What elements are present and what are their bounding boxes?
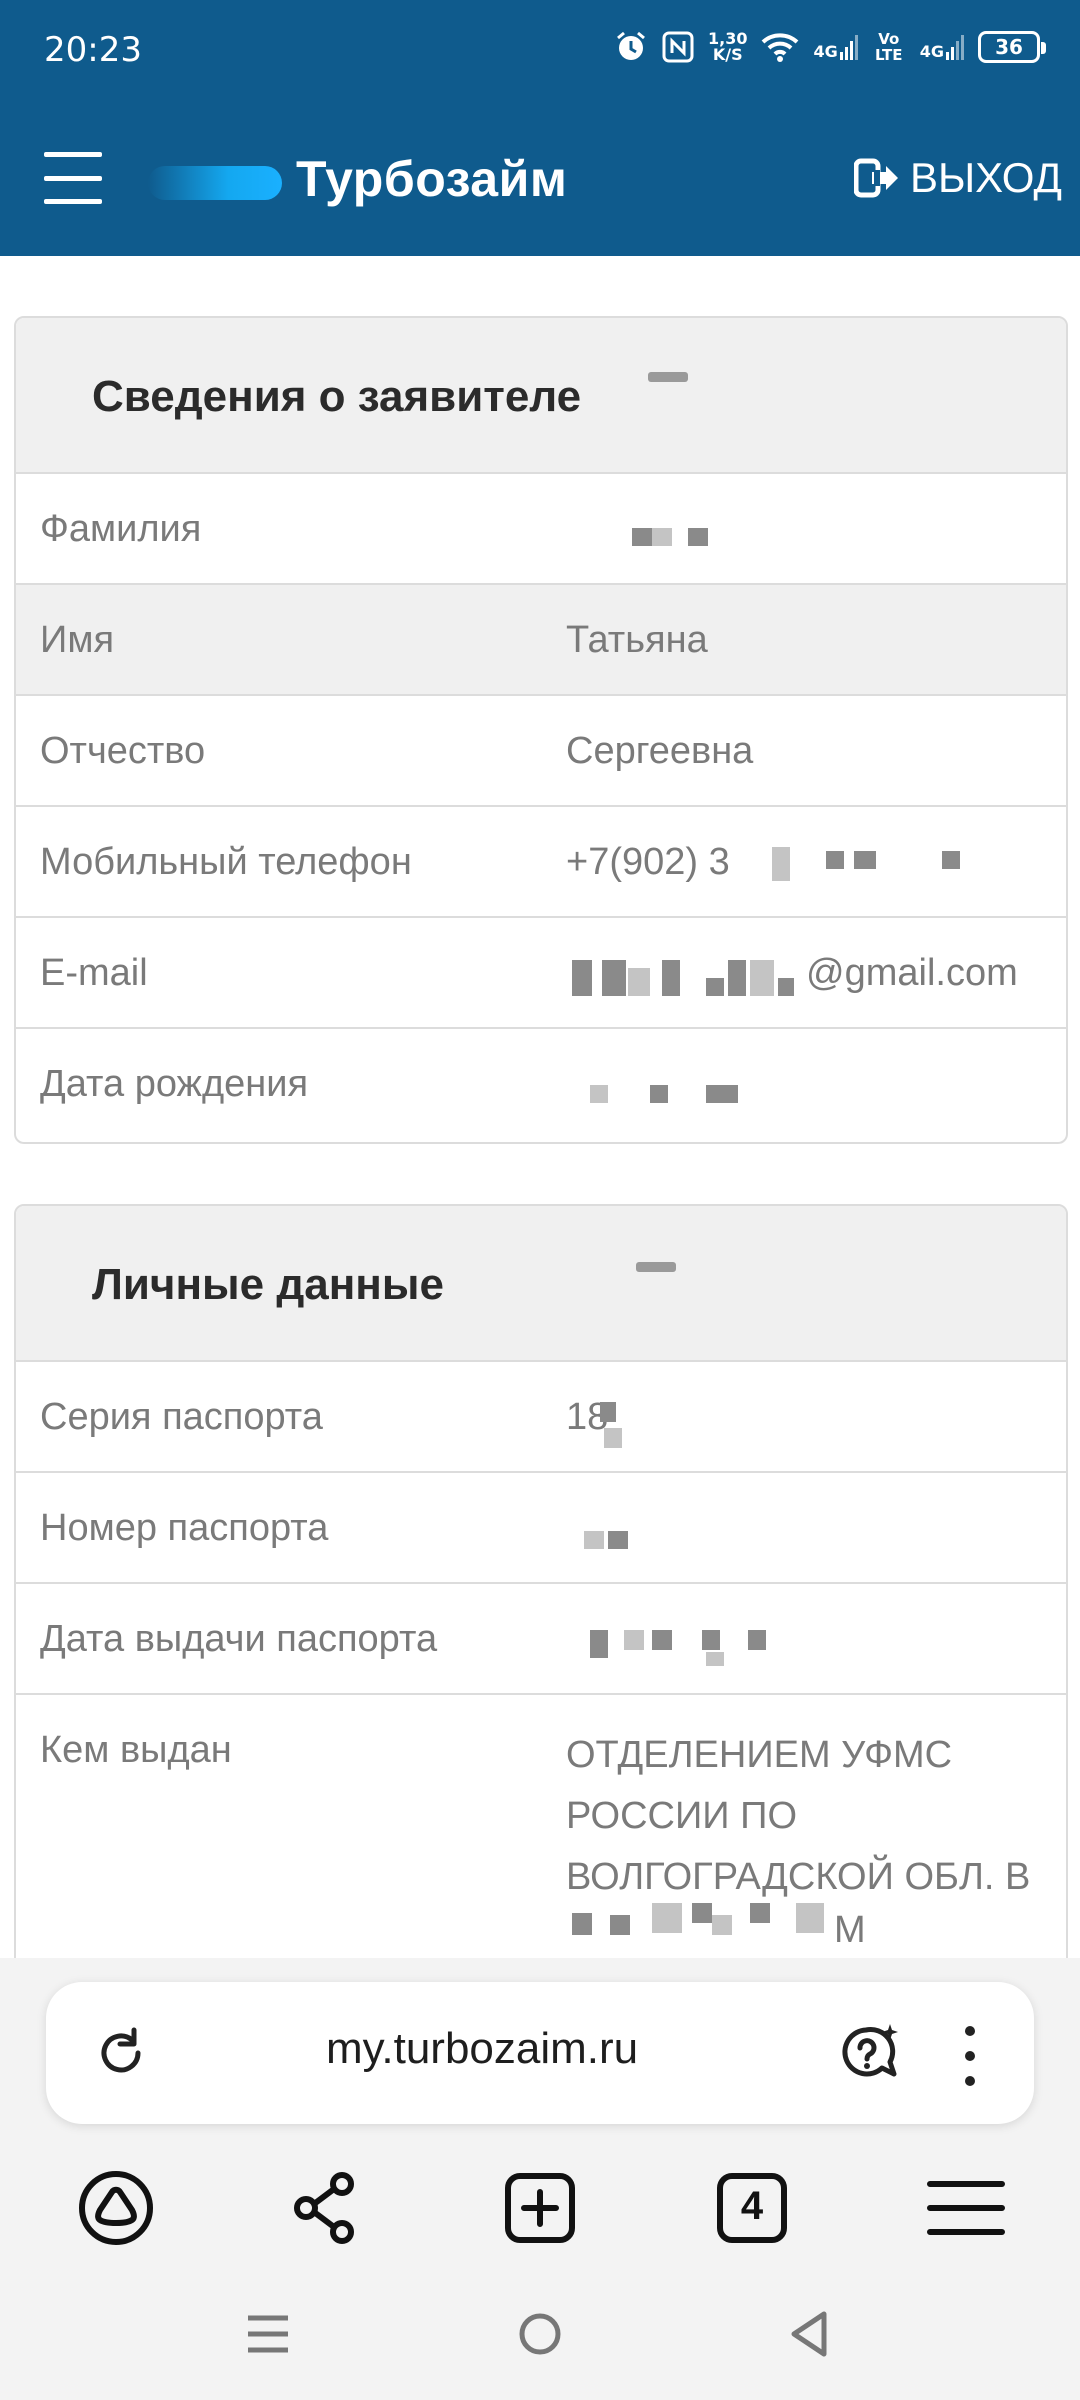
row-label: Номер паспорта — [40, 1507, 329, 1549]
row-label: Серия паспорта — [40, 1396, 323, 1438]
row-value: @gmail.com — [806, 952, 1018, 994]
wifi-icon — [762, 33, 799, 62]
personal-card: Личные данные 18 Серия паспорта Номер па… — [14, 1204, 1068, 1984]
applicant-card-header[interactable]: Сведения о заявителе — [16, 318, 1066, 474]
logout-icon — [853, 158, 898, 198]
row-label: Отчество — [40, 730, 206, 772]
card-title: Сведения о заявителе — [92, 372, 582, 421]
url-bar[interactable]: my.turbozaim.ru — [46, 1982, 1034, 2124]
row-passport-number: Номер паспорта — [16, 1473, 1066, 1584]
logout-button[interactable]: ВЫХОД — [853, 154, 1062, 202]
row-value: +7(902) 3 — [566, 841, 730, 883]
status-time: 20:23 — [44, 30, 142, 70]
personal-card-header[interactable]: Личные данные — [16, 1206, 1066, 1362]
row-value-tail: М — [834, 1909, 866, 1951]
back-icon[interactable] — [780, 2304, 840, 2364]
row-passport-date: Дата выдачи паспорта — [16, 1584, 1066, 1695]
card-title: Личные данные — [92, 1260, 444, 1309]
row-issued-by: Кем выдан ОТДЕЛЕНИЕМ УФМС РОССИИ ПО ВОЛГ… — [16, 1695, 1066, 1955]
row-phone: Мобильный телефон +7(902) 3 — [16, 807, 1066, 918]
assistant-question-icon[interactable] — [836, 2020, 902, 2086]
volte-icon: Vo LTE — [874, 30, 903, 64]
row-label: Дата выдачи паспорта — [40, 1618, 438, 1660]
row-value: Татьяна — [566, 619, 708, 661]
logout-label: ВЫХОД — [909, 154, 1062, 201]
row-email: E-mail @gmail.com — [16, 918, 1066, 1029]
brand-logo[interactable]: Турбозайм — [296, 150, 567, 208]
status-icons: 1,30 K/S 4G Vo LTE 4G 36 — [614, 29, 1046, 64]
battery-icon: 36 — [978, 31, 1046, 63]
home-icon[interactable] — [510, 2304, 570, 2364]
url-text[interactable]: my.turbozaim.ru — [326, 2024, 638, 2074]
tabs-count: 4 — [740, 2184, 764, 2228]
more-options-icon[interactable] — [964, 2026, 976, 2086]
signal-4g-1: 4G — [813, 34, 858, 60]
alice-assistant-icon[interactable] — [76, 2168, 156, 2248]
network-speed: 1,30 K/S — [707, 29, 748, 64]
applicant-card: Сведения о заявителе Фамилия Имя Татьяна… — [14, 316, 1068, 1144]
row-birth-date: Дата рождения — [16, 1029, 1066, 1140]
row-value: Сергеевна — [566, 730, 754, 772]
menu-hamburger-icon[interactable] — [926, 2168, 1006, 2248]
row-patronymic: Отчество Сергеевна — [16, 696, 1066, 807]
reload-icon[interactable] — [94, 2026, 148, 2080]
row-label: Имя — [40, 619, 115, 661]
status-bar: 20:23 1,30 K/S 4G Vo LTE 4G 36 — [0, 0, 1080, 100]
row-passport-series: 18 Серия паспорта — [16, 1362, 1066, 1473]
alarm-icon — [617, 31, 645, 60]
signal-4g-2: 4G — [920, 34, 964, 60]
row-value: ОТДЕЛЕНИЕМ УФМС РОССИИ ПО ВОЛГОГРАДСКОЙ … — [566, 1734, 1031, 1898]
collapse-icon[interactable] — [648, 372, 688, 382]
logo-swoosh — [148, 166, 282, 200]
new-tab-icon[interactable] — [500, 2168, 580, 2248]
row-label: Фамилия — [40, 508, 202, 550]
share-icon[interactable] — [286, 2168, 366, 2248]
row-label: Дата рождения — [40, 1063, 309, 1105]
row-first-name: Имя Татьяна — [16, 585, 1066, 696]
app-header: Турбозайм ВЫХОД — [0, 100, 1080, 256]
row-label: Мобильный телефон — [40, 841, 412, 883]
recents-icon[interactable] — [238, 2304, 298, 2364]
row-label: E-mail — [40, 952, 148, 994]
collapse-icon[interactable] — [636, 1262, 676, 1272]
row-label: Кем выдан — [40, 1729, 232, 1771]
menu-icon[interactable] — [44, 152, 102, 204]
nfc-icon — [662, 31, 694, 63]
tabs-button[interactable]: 4 — [712, 2168, 792, 2248]
row-surname: Фамилия — [16, 474, 1066, 585]
